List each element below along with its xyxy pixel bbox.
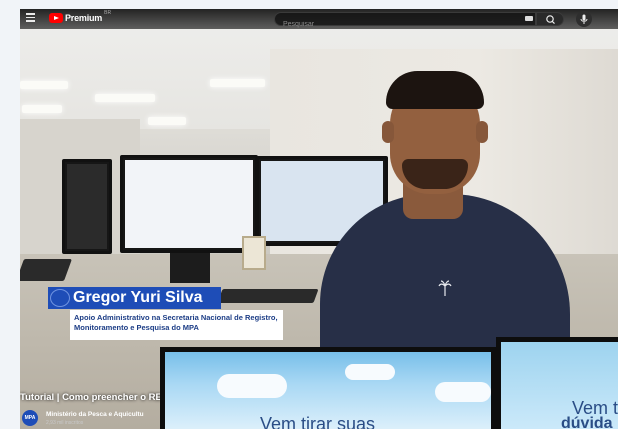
ceiling-light (210, 79, 265, 87)
end-screen-card[interactable]: Vem t dúvida (496, 337, 618, 429)
palm-tree-icon (438, 279, 452, 300)
subscriber-count: 2,93 mil inscritos (46, 420, 84, 426)
youtube-premium-logo[interactable]: Premium BR (49, 10, 112, 23)
monitor-left (120, 155, 258, 253)
cloud (345, 364, 395, 380)
cloud (217, 374, 287, 398)
card-caption-bold: dúvida (561, 415, 613, 429)
menu-icon[interactable] (26, 13, 35, 23)
presenter-ear (476, 121, 488, 143)
emblem-icon (50, 289, 70, 307)
voice-search-button[interactable] (576, 11, 592, 27)
keyboard (217, 289, 319, 303)
brand-label: Premium (65, 13, 103, 23)
country-code: BR (104, 10, 112, 16)
video-title[interactable]: Tutorial | Como preencher o RE (20, 392, 162, 403)
cloud (435, 382, 491, 402)
channel-name[interactable]: Ministério da Pesca e Aquicultu (46, 411, 144, 418)
presenter-beard (402, 159, 468, 189)
presenter-hair (386, 71, 484, 109)
keyboard-icon[interactable] (525, 16, 533, 21)
background-monitor (62, 159, 112, 254)
youtube-logo-icon (49, 13, 63, 23)
picture-frame (242, 236, 266, 270)
role-banner: Apoio Administrativo na Secretaria Nacio… (70, 310, 283, 340)
presenter-ear (382, 121, 394, 143)
presenter-name: Gregor Yuri Silva (73, 289, 203, 306)
card-caption: Vem tirar suas (260, 414, 376, 429)
search-icon (546, 15, 555, 25)
ceiling-light (148, 117, 186, 125)
top-bar: Premium BR (20, 9, 618, 31)
keyboard (20, 259, 73, 281)
video-player[interactable]: Premium BR Gregor Yuri Silva Apoio Admin… (20, 9, 618, 429)
ceiling-light (22, 105, 62, 113)
search-button[interactable] (536, 12, 564, 26)
end-screen-card[interactable]: Vem tirar suas (160, 347, 496, 429)
search-box[interactable] (274, 12, 536, 31)
monitor-stand (170, 253, 210, 283)
ceiling-light (95, 94, 155, 102)
search-input[interactable] (275, 18, 505, 31)
ceiling-light (20, 81, 68, 89)
name-banner: Gregor Yuri Silva (48, 287, 221, 309)
presenter-role: Apoio Administrativo na Secretaria Nacio… (74, 313, 278, 332)
channel-avatar[interactable]: MPA (22, 410, 38, 426)
mic-icon (580, 14, 588, 24)
